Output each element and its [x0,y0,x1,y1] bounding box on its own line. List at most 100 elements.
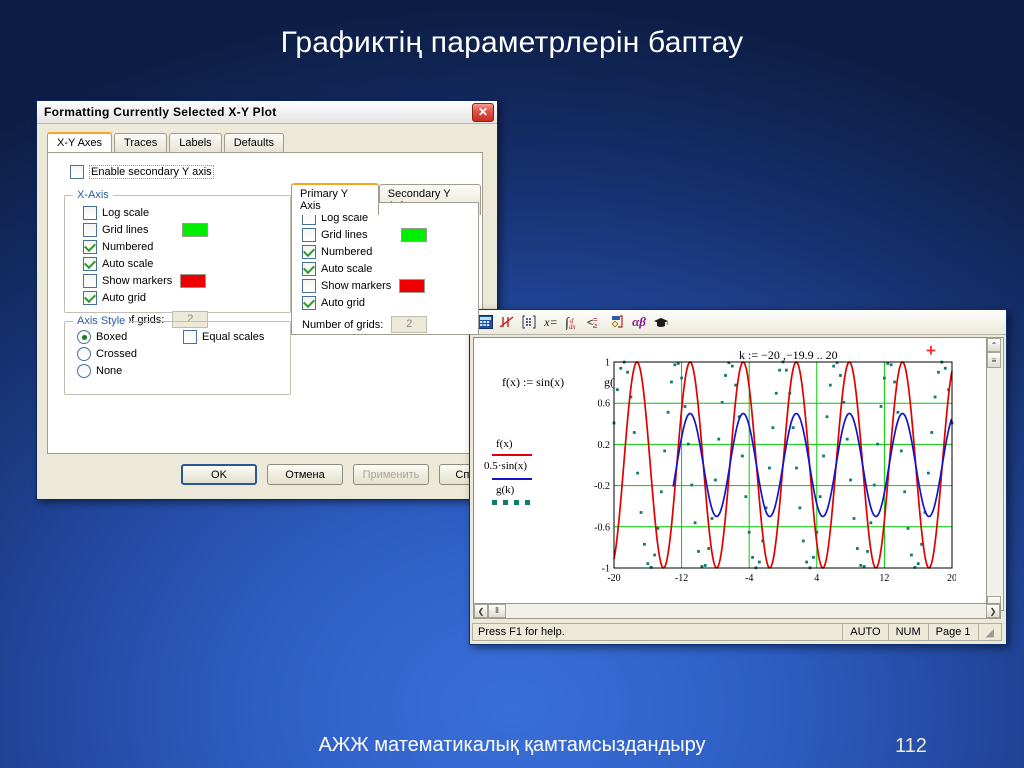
math-expression-f[interactable]: f(x) := sin(x) [502,375,564,390]
x-show-markers-checkbox[interactable] [83,274,97,288]
x-log-scale-row[interactable]: Log scale [83,206,208,220]
tab-labels[interactable]: Labels [169,133,222,152]
dialog-titlebar: Formatting Currently Selected X-Y Plot ✕ [37,101,497,124]
scroll-thumb[interactable]: ≡ [987,352,1001,368]
y-marker-color-swatch[interactable] [399,279,426,293]
programming-icon[interactable] [606,312,628,332]
x-grid-lines-checkbox[interactable] [83,223,97,237]
dialog-tabs: X-Y Axes Traces Labels Defaults [47,132,286,152]
y-numbered-checkbox[interactable] [302,245,316,259]
y-numbered-label: Numbered [321,246,373,258]
y-auto-scale-row[interactable]: Auto scale [302,262,427,276]
y-number-of-grids-input[interactable]: 2 [391,316,428,333]
apply-button[interactable]: Применить [353,464,429,485]
status-auto: AUTO [842,624,887,640]
equal-scales-row[interactable]: Equal scales [183,330,264,344]
x-auto-grid-row[interactable]: Auto grid [83,291,208,305]
greek-icon[interactable]: αβ [628,312,650,332]
x-show-markers-row[interactable]: Show markers [83,274,208,288]
tab-primary-y-axis[interactable]: Primary Y Axis [291,183,379,215]
calculus-icon[interactable]: ∫ d dx [562,312,584,332]
evaluation-icon[interactable]: x= [540,312,562,332]
axis-style-none-row[interactable]: None [77,364,137,378]
plot-svg: 10.60.2-0.2-0.6-1-20 -12 -4 4 12 20 [594,358,957,585]
horizontal-scrollbar[interactable]: ❮ ⦀ ❯ [473,603,1001,619]
slide-page-number: 112 [895,735,927,757]
x-tick-label: -12 [675,573,688,584]
enable-secondary-y-axis-row[interactable]: Enable secondary Y axis [70,165,214,179]
xy-plot[interactable]: 1 0.6 0.2 -0.2 -0.6 -1 -20 -12 -4 4 12 20 [574,356,957,594]
axis-style-boxed-row[interactable]: Boxed [77,330,137,344]
cancel-button[interactable]: Отмена [267,464,343,485]
axis-style-crossed-row[interactable]: Crossed [77,347,137,361]
x-grid-lines-label: Grid lines [102,224,149,236]
x-axis-group-legend: X-Axis [73,189,113,201]
tab-defaults[interactable]: Defaults [223,133,285,152]
enable-secondary-y-axis-checkbox[interactable] [70,165,84,179]
y-show-markers-checkbox[interactable] [302,279,316,293]
slide-canvas: Графиктің параметрлерін баптау Formattin… [0,0,1024,768]
h-scroll-thumb[interactable]: ⦀ [488,604,506,618]
vertical-scrollbar[interactable]: ⌃ ≡ ⌄ [986,337,1004,611]
y-grids-row: Number of grids: 2 [302,316,428,333]
tab-traces[interactable]: Traces [114,133,168,152]
resize-grip-icon[interactable]: ◢ [977,624,1001,640]
y-numbered-row[interactable]: Numbered [302,245,427,259]
page-title: Графиктің параметрлерін баптау [280,26,744,59]
y-auto-scale-label: Auto scale [321,263,373,275]
y-axis-tab-container: Primary Y Axis Secondary Y Axis Log scal… [291,183,481,335]
formatting-dialog: Formatting Currently Selected X-Y Plot ✕… [36,100,515,500]
x-auto-grid-label: Auto grid [102,292,147,304]
graph-icon[interactable] [496,312,518,332]
matrix-icon[interactable] [518,312,540,332]
x-numbered-checkbox[interactable] [83,240,97,254]
x-numbered-label: Numbered [102,241,154,253]
axis-style-boxed-label: Boxed [96,331,128,343]
boolean-icon[interactable]: < = ≥ [584,312,606,332]
legend-label-half-sin: 0.5·sin(x) [484,460,528,472]
x-grid-lines-row[interactable]: Grid lines [83,223,209,237]
x-auto-grid-checkbox[interactable] [83,291,97,305]
x-tick-label: -4 [745,573,753,584]
y-auto-grid-row[interactable]: Auto grid [302,296,427,310]
axis-style-none-radio[interactable] [77,364,91,378]
tab-x-y-axes[interactable]: X-Y Axes [47,132,113,152]
status-bar: Press F1 for help. AUTO NUM Page 1 ◢ [472,623,1002,641]
y-auto-grid-checkbox[interactable] [302,296,316,310]
equal-scales-label: Equal scales [202,331,265,343]
symbolic-icon[interactable] [650,312,672,332]
y-auto-scale-checkbox[interactable] [302,262,316,276]
x-log-scale-checkbox[interactable] [83,206,97,220]
scroll-up-arrow[interactable]: ⌃ [987,338,1001,352]
x-numbered-row[interactable]: Numbered [83,240,208,254]
svg-text:≥: ≥ [593,321,598,329]
y-grid-lines-row[interactable]: Grid lines [302,228,428,242]
close-icon[interactable]: ✕ [472,102,494,122]
mathcad-document[interactable]: k := −20 ,−19.9 .. 20 f(x) := sin(x) g(k… [473,337,987,609]
ok-button[interactable]: OK [181,464,257,485]
equal-scales-checkbox[interactable] [183,330,197,344]
legend-swatch-gk [492,500,534,505]
svg-text:dx: dx [569,323,577,330]
y-number-of-grids-label: Number of grids: [302,318,384,331]
scroll-right-arrow[interactable]: ❯ [986,604,1000,618]
x-auto-scale-row[interactable]: Auto scale [83,257,208,271]
scroll-left-arrow[interactable]: ❮ [474,604,488,618]
status-page: Page 1 [927,624,978,640]
primary-y-axis-panel: Log scale Grid lines Numbered Auto scale… [291,202,479,335]
x-auto-scale-checkbox[interactable] [83,257,97,271]
axis-style-boxed-radio[interactable] [77,330,91,344]
y-grid-lines-checkbox[interactable] [302,228,316,242]
dialog-button-row: OK Отмена Применить Справка [181,464,515,485]
x-grid-color-swatch[interactable] [182,223,209,237]
axis-style-crossed-radio[interactable] [77,347,91,361]
x-marker-color-swatch[interactable] [180,274,207,288]
axis-style-none-label: None [96,365,123,377]
y-tick-label: -0.2 [594,481,610,492]
axis-style-crossed-label: Crossed [96,348,137,360]
y-grid-color-swatch[interactable] [401,228,428,242]
y-show-markers-row[interactable]: Show markers [302,279,427,293]
x-axis-group: X-Axis Log scale Grid lines Numbered Aut… [64,189,291,328]
x-log-scale-label: Log scale [102,207,150,219]
legend-swatch-half-sin [492,478,532,480]
